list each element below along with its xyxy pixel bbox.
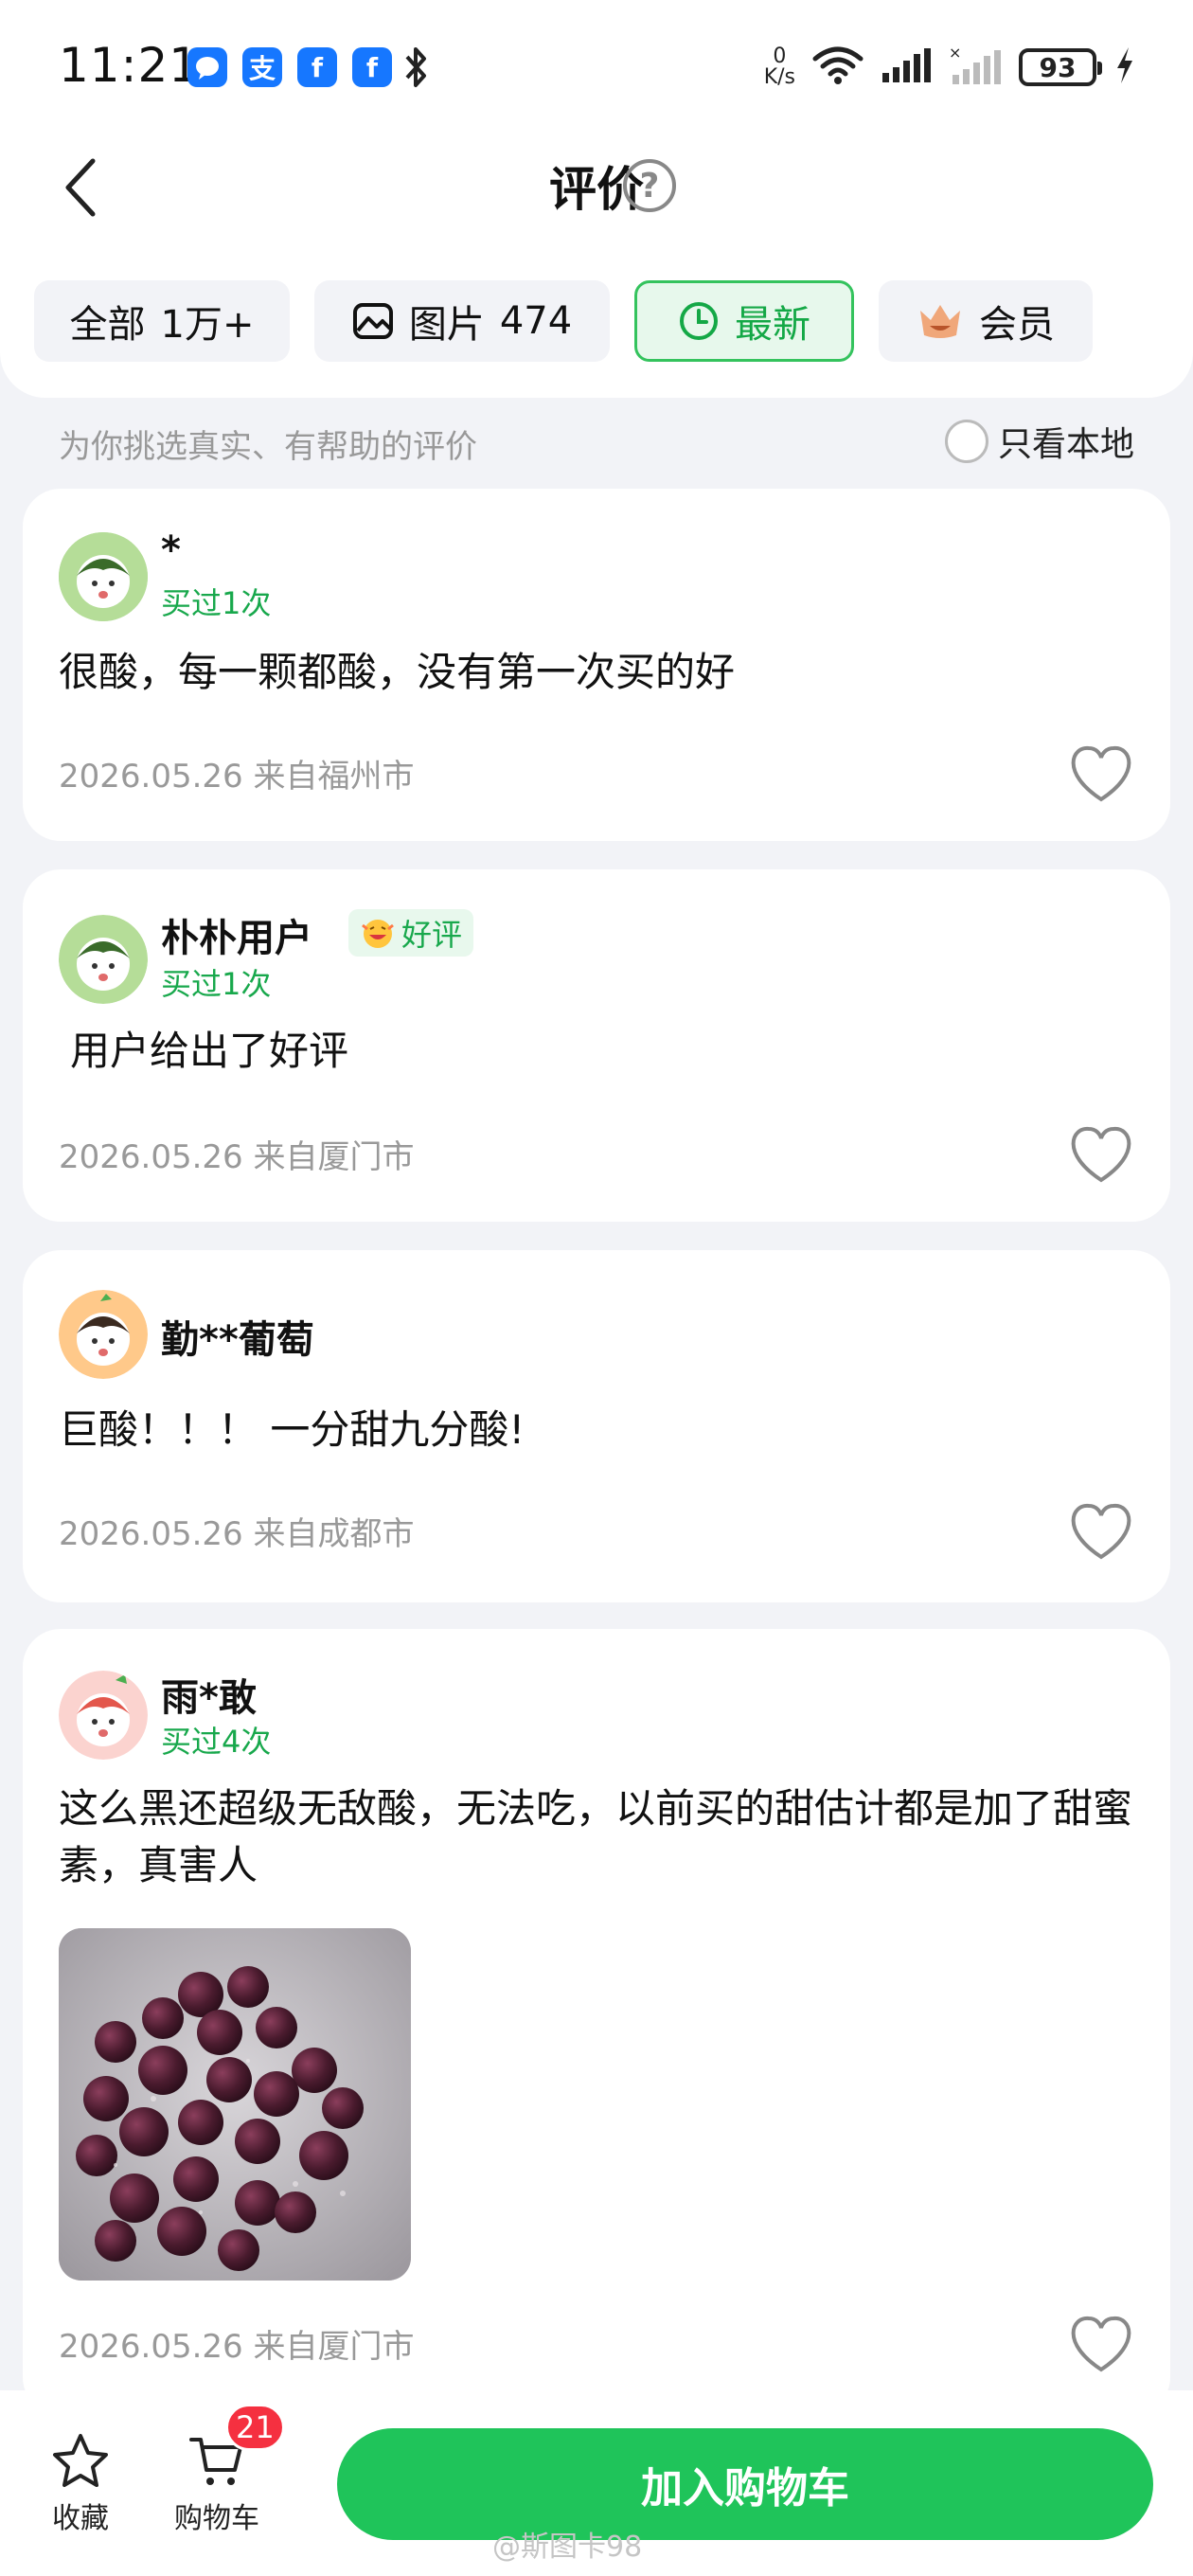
review-location: 来自厦门市 — [253, 1138, 415, 1176]
signal-icon — [881, 46, 932, 88]
reviewer-name: * — [161, 528, 181, 572]
avatar[interactable] — [59, 1671, 148, 1760]
wifi-icon — [812, 45, 864, 89]
tab-photos[interactable]: 图片 474 — [314, 280, 610, 362]
tab-latest-label: 最新 — [735, 303, 810, 347]
local-only-label: 只看本地 — [997, 425, 1134, 464]
review-date: 2026.05.26 — [59, 1515, 243, 1553]
tab-latest[interactable]: 最新 — [634, 280, 854, 362]
signal-no-service-icon: × — [949, 44, 1002, 90]
reviewer-name: 勤**葡萄 — [161, 1318, 314, 1362]
review-content: 很酸，每一颗都酸，没有第一次买的好 — [59, 649, 736, 695]
help-glyph: ? — [639, 166, 660, 206]
radio-button[interactable] — [944, 420, 988, 463]
purchase-count: 买过4次 — [161, 1724, 272, 1760]
page-title: 评价 — [549, 162, 644, 217]
tab-photos-count: 474 — [499, 299, 573, 343]
cart-label: 购物车 — [174, 2502, 259, 2535]
review-card: 朴朴用户 好评 买过1次 用户给出了好评 2026.05.26 来自厦门市 — [23, 869, 1170, 1222]
review-meta: 2026.05.26 来自厦门市 — [59, 1131, 414, 1177]
review-tabs: 全部 1万+ 图片 474 最新 会员 — [34, 280, 1093, 362]
star-icon — [53, 2434, 108, 2487]
status-time: 11:21 — [59, 38, 201, 93]
svg-text:×: × — [949, 45, 961, 62]
review-location: 来自厦门市 — [253, 2328, 415, 2366]
network-speed: 0 K/s — [764, 46, 795, 88]
facebook-icon: f — [297, 47, 337, 87]
heart-icon[interactable] — [1068, 1125, 1134, 1186]
cart-button[interactable]: 21 购物车 — [165, 2404, 285, 2536]
heart-icon[interactable] — [1068, 2315, 1134, 2375]
watermark: @斯图卡98 — [492, 2531, 643, 2564]
status-right-group: 0 K/s × 93 — [764, 34, 1136, 100]
filter-row: 为你挑选真实、有帮助的评价 只看本地 — [59, 417, 1134, 466]
filter-hint: 为你挑选真实、有帮助的评价 — [59, 428, 477, 466]
review-card: 雨*敢 买过4次 这么黑还超级无敌酸，无法吃，以前买的甜估计都是加了甜蜜素，真害… — [23, 1629, 1170, 2415]
reviewer-name: 朴朴用户 — [161, 917, 312, 960]
badge-label: 好评 — [401, 917, 463, 953]
review-date: 2026.05.26 — [59, 758, 243, 796]
tab-members[interactable]: 会员 — [879, 280, 1093, 362]
review-content: 用户给出了好评 — [70, 1028, 349, 1074]
avatar[interactable] — [59, 915, 148, 1004]
review-date: 2026.05.26 — [59, 1138, 243, 1176]
facebook-icon: f — [352, 47, 392, 87]
review-location: 来自成都市 — [253, 1515, 415, 1553]
header: 评价 ? 全部 1万+ 图片 474 最新 会员 — [0, 133, 1193, 398]
review-date: 2026.05.26 — [59, 2328, 243, 2366]
purchase-count: 买过1次 — [161, 966, 272, 1002]
review-card: 勤**葡萄 巨酸！！！ 一分甜九分酸! 2026.05.26 来自成都市 — [23, 1250, 1170, 1602]
network-speed-unit: K/s — [763, 65, 795, 89]
battery-icon: 93 — [1019, 48, 1102, 86]
review-photo[interactable] — [59, 1928, 411, 2281]
alipay-icon: 支 — [242, 47, 282, 87]
review-location: 来自福州市 — [253, 758, 415, 796]
review-content: 这么黑还超级无敌酸，无法吃，以前买的甜估计都是加了甜蜜素，真害人 — [59, 1785, 1133, 1888]
heart-icon[interactable] — [1068, 744, 1134, 805]
status-bar: 11:21 支 f f 0 K/s × 93 — [0, 0, 1193, 133]
cart-count-badge: 21 — [225, 2404, 285, 2451]
bayberry-photo — [59, 1928, 411, 2281]
favorite-button[interactable]: 收藏 — [28, 2432, 133, 2536]
message-icon — [187, 47, 227, 87]
purchase-count: 买过1次 — [161, 585, 272, 621]
tab-members-label: 会员 — [979, 303, 1055, 347]
tab-all[interactable]: 全部 1万+ — [34, 280, 290, 362]
heart-icon[interactable] — [1068, 1502, 1134, 1563]
crown-icon — [920, 305, 960, 338]
add-to-cart-button[interactable]: 加入购物车 — [337, 2428, 1153, 2540]
tab-all-label: 全部 — [69, 303, 146, 347]
review-meta: 2026.05.26 来自福州市 — [59, 750, 414, 796]
clock-icon — [680, 302, 718, 340]
bluetooth-icon — [403, 45, 430, 93]
positive-review-badge: 好评 — [348, 909, 474, 957]
avatar[interactable] — [59, 532, 148, 621]
network-speed-value: 0 — [773, 45, 787, 68]
local-only-toggle[interactable]: 只看本地 — [944, 417, 1134, 466]
charging-icon — [1113, 45, 1136, 89]
reviewer-name: 雨*敢 — [161, 1676, 257, 1720]
tab-all-count: 1万+ — [160, 303, 255, 347]
avatar[interactable] — [59, 1290, 148, 1379]
tab-photos-label: 图片 — [408, 303, 485, 347]
smile-emoji-icon — [362, 920, 394, 948]
image-icon — [352, 303, 393, 339]
favorite-label: 收藏 — [52, 2502, 109, 2535]
review-meta: 2026.05.26 来自厦门市 — [59, 2320, 414, 2367]
review-content: 巨酸！！！ 一分甜九分酸! — [59, 1406, 525, 1453]
battery-level: 93 — [1039, 51, 1077, 83]
help-icon[interactable]: ? — [623, 159, 676, 212]
review-card: * 买过1次 很酸，每一颗都酸，没有第一次买的好 2026.05.26 来自福州… — [23, 489, 1170, 841]
review-meta: 2026.05.26 来自成都市 — [59, 1508, 414, 1554]
